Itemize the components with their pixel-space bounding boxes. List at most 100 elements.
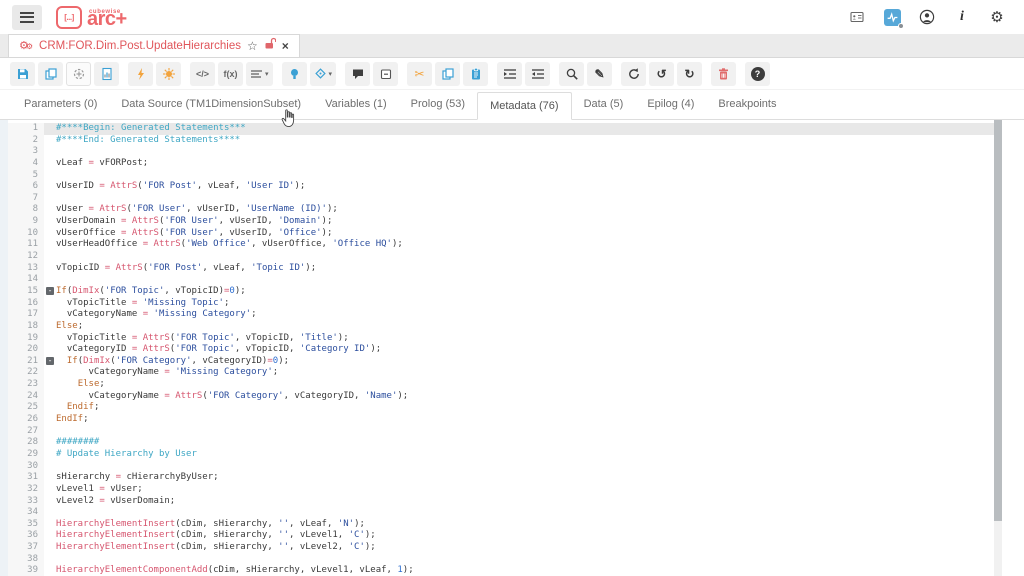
- settings-icon[interactable]: ⚙: [988, 8, 1006, 26]
- vertical-scrollbar[interactable]: [994, 120, 1002, 576]
- code-line[interactable]: 22 vCategoryName = 'Missing Category';: [8, 367, 994, 379]
- tab-data-5[interactable]: Data (5): [572, 91, 636, 119]
- save-button[interactable]: [10, 62, 35, 86]
- code-line[interactable]: 2#****End: Generated Statements****: [8, 135, 994, 147]
- copy-icon: [441, 67, 455, 81]
- code-line[interactable]: 18Else;: [8, 321, 994, 333]
- code-view-button[interactable]: </>: [190, 62, 215, 86]
- code-line[interactable]: 35HierarchyElementInsert(cDim, sHierarch…: [8, 519, 994, 531]
- tab-epilog-4[interactable]: Epilog (4): [635, 91, 706, 119]
- refresh-button[interactable]: [621, 62, 646, 86]
- code-line[interactable]: 6vUserID = AttrS('FOR Post', vLeaf, 'Use…: [8, 181, 994, 193]
- line-number: 24: [8, 391, 44, 403]
- code-line[interactable]: 11vUserHeadOffice = AttrS('Web Office', …: [8, 239, 994, 251]
- code-text: [56, 251, 994, 263]
- code-line[interactable]: 1#****Begin: Generated Statements***: [8, 123, 994, 135]
- paste-button[interactable]: [463, 62, 488, 86]
- code-line[interactable]: 23 Else;: [8, 379, 994, 391]
- document-tab-title: CRM:FOR.Dim.Post.UpdateHierarchies: [39, 40, 241, 52]
- code-line[interactable]: 27: [8, 426, 994, 438]
- undo-icon: ↺: [657, 68, 667, 80]
- search-button[interactable]: [559, 62, 584, 86]
- code-line[interactable]: 39HierarchyElementComponentAdd(cDim, sHi…: [8, 565, 994, 576]
- tab-prolog-53[interactable]: Prolog (53): [399, 91, 477, 119]
- fold-marker-icon[interactable]: -: [44, 286, 56, 298]
- crosshair-button[interactable]: [66, 62, 91, 86]
- run-button[interactable]: [128, 62, 153, 86]
- code-line[interactable]: 33vLevel2 = vUserDomain;: [8, 496, 994, 508]
- redo-button[interactable]: ↻: [677, 62, 702, 86]
- code-line[interactable]: 28########: [8, 437, 994, 449]
- fold-marker-icon[interactable]: -: [44, 356, 56, 368]
- code-text: vUserOffice = AttrS('FOR User', vUserID,…: [56, 228, 994, 240]
- hamburger-menu-button[interactable]: [12, 5, 42, 30]
- code-line[interactable]: 24 vCategoryName = AttrS('FOR Category',…: [8, 391, 994, 403]
- navigate-button[interactable]: ▾: [310, 62, 337, 86]
- help-button[interactable]: ?: [745, 62, 770, 86]
- close-icon[interactable]: ×: [282, 40, 289, 52]
- code-line[interactable]: 31sHierarchy = cHierarchyByUser;: [8, 472, 994, 484]
- code-area[interactable]: 1#****Begin: Generated Statements***2#**…: [8, 120, 994, 576]
- code-line[interactable]: 3: [8, 146, 994, 158]
- code-line[interactable]: 37 HierarchyElementInsert(cDim, sHierarch…: [8, 542, 994, 554]
- tab-data-source-tm1dimensionsubset[interactable]: Data Source (TM1DimensionSubset): [109, 91, 313, 119]
- undo-button[interactable]: ↺: [649, 62, 674, 86]
- comments-button[interactable]: [345, 62, 370, 86]
- tab-breakpoints[interactable]: Breakpoints: [706, 91, 788, 119]
- favorite-star-icon[interactable]: ☆: [247, 40, 258, 52]
- code-line[interactable]: 34: [8, 507, 994, 519]
- line-number: 27: [8, 426, 44, 438]
- code-line[interactable]: 16 vTopicTitle = 'Missing Topic';: [8, 298, 994, 310]
- code-line[interactable]: 32vLevel1 = vUser;: [8, 484, 994, 496]
- code-line[interactable]: 9vUserDomain = AttrS('FOR User', vUserID…: [8, 216, 994, 228]
- code-line[interactable]: 4vLeaf = vFORPost;: [8, 158, 994, 170]
- document-chart-button[interactable]: [94, 62, 119, 86]
- code-line[interactable]: 25 Endif;: [8, 402, 994, 414]
- hint-button[interactable]: [282, 62, 307, 86]
- outdent-button[interactable]: [525, 62, 550, 86]
- line-number: 37: [8, 542, 44, 554]
- code-line[interactable]: 8vUser = AttrS('FOR User', vUserID, 'Use…: [8, 204, 994, 216]
- code-line[interactable]: 12: [8, 251, 994, 263]
- code-text: HierarchyElementInsert(cDim, sHierarchy,…: [56, 542, 994, 554]
- collapse-button[interactable]: [373, 62, 398, 86]
- code-line[interactable]: 7: [8, 193, 994, 205]
- code-line[interactable]: 15-If(DimIx('FOR Topic', vTopicID)=0);: [8, 286, 994, 298]
- tab-variables-1[interactable]: Variables (1): [313, 91, 399, 119]
- delete-button[interactable]: [711, 62, 736, 86]
- address-card-icon[interactable]: [848, 8, 866, 26]
- tab-parameters-0[interactable]: Parameters (0): [12, 91, 109, 119]
- chevron-down-icon: ▾: [265, 70, 269, 78]
- info-icon[interactable]: i: [953, 8, 971, 26]
- cut-button[interactable]: ✂: [407, 62, 432, 86]
- line-number: 5: [8, 170, 44, 182]
- code-line[interactable]: 10vUserOffice = AttrS('FOR User', vUserI…: [8, 228, 994, 240]
- code-line[interactable]: 14: [8, 274, 994, 286]
- duplicate-button[interactable]: [38, 62, 63, 86]
- code-text: vCategoryName = 'Missing Category';: [56, 309, 994, 321]
- code-line[interactable]: 30: [8, 461, 994, 473]
- code-line[interactable]: 38: [8, 554, 994, 566]
- tab-metadata-76[interactable]: Metadata (76): [477, 92, 571, 120]
- user-icon[interactable]: [918, 8, 936, 26]
- function-button[interactable]: f(x): [218, 62, 243, 86]
- code-line[interactable]: 29# Update Hierarchy by User: [8, 449, 994, 461]
- code-line[interactable]: 20 vCategoryID = AttrS('FOR Topic', vTop…: [8, 344, 994, 356]
- edit-button[interactable]: ✎: [587, 62, 612, 86]
- code-line[interactable]: 13vTopicID = AttrS('FOR Post', vLeaf, 'T…: [8, 263, 994, 275]
- code-line[interactable]: 17 vCategoryName = 'Missing Category';: [8, 309, 994, 321]
- debug-button[interactable]: [156, 62, 181, 86]
- code-line[interactable]: 5: [8, 170, 994, 182]
- copy-button[interactable]: [435, 62, 460, 86]
- code-line[interactable]: 19 vTopicTitle = AttrS('FOR Topic', vTop…: [8, 333, 994, 345]
- code-text: Else;: [56, 379, 994, 391]
- format-lines-button[interactable]: ▾: [246, 62, 273, 86]
- code-line[interactable]: 26EndIf;: [8, 414, 994, 426]
- indent-button[interactable]: [497, 62, 522, 86]
- activity-icon[interactable]: [883, 8, 901, 26]
- unlock-icon[interactable]: [264, 37, 276, 55]
- code-line[interactable]: 36HierarchyElementInsert(cDim, sHierarch…: [8, 530, 994, 542]
- scrollbar-thumb[interactable]: [994, 120, 1002, 521]
- document-tab[interactable]: ⚙⚙ CRM:FOR.Dim.Post.UpdateHierarchies ☆ …: [8, 34, 300, 57]
- code-line[interactable]: 21- If(DimIx('FOR Category', vCategoryID…: [8, 356, 994, 368]
